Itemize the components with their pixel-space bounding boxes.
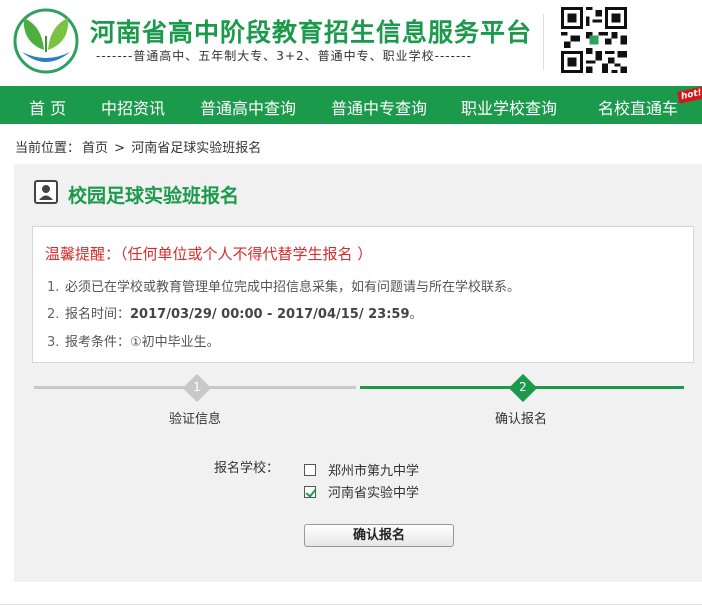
main-nav: 首 页 中招资讯 普通高中查询 普通中专查询 职业学校查询 名校直通车 hot! bbox=[0, 86, 702, 124]
breadcrumb-current: 河南省足球实验班报名 bbox=[131, 141, 262, 156]
notice-item-suffix: 。 bbox=[409, 307, 423, 322]
notice-item-number: 2. bbox=[47, 307, 60, 322]
breadcrumb: 当前位置： 首页 > 河南省足球实验班报名 bbox=[15, 137, 263, 156]
breadcrumb-separator: > bbox=[114, 141, 126, 156]
notice-item-text: 报考条件：①初中毕业生。 bbox=[65, 335, 220, 350]
school-checkbox[interactable] bbox=[304, 463, 316, 476]
notice-item-text: 必须已在学校或教育管理单位完成中招信息采集，如有问题请与所在学校联系。 bbox=[65, 280, 521, 295]
nav-item-famous-schools[interactable]: 名校直通车 bbox=[598, 95, 678, 119]
registration-panel: 校园足球实验班报名 温馨提醒：（任何单位或个人不得代替学生报名 ） 1. 必须已在… bbox=[14, 164, 702, 582]
breadcrumb-home-link[interactable]: 首页 bbox=[82, 141, 108, 156]
confirm-registration-button[interactable]: 确认报名 bbox=[304, 524, 454, 547]
notice-item-1: 1. 必须已在学校或教育管理单位完成中招信息采集，如有问题请与所在学校联系。 bbox=[47, 276, 520, 295]
school-checkbox-checked[interactable] bbox=[304, 485, 316, 498]
leaf-logo-icon[interactable] bbox=[12, 8, 80, 74]
breadcrumb-prefix: 当前位置： bbox=[15, 141, 81, 156]
step-2-number: 2 bbox=[519, 380, 527, 394]
user-card-icon bbox=[34, 180, 58, 204]
nav-item-news[interactable]: 中招资讯 bbox=[101, 95, 165, 119]
notice-item-label: 报名时间： bbox=[65, 307, 131, 322]
notice-title: 温馨提醒：（任何单位或个人不得代替学生报名 ） bbox=[45, 245, 373, 263]
site-header: 河南省高中阶段教育招生信息服务平台 -------普通高中、五年制大专、3+2、… bbox=[0, 0, 702, 86]
school-option-label: 郑州市第九中学 bbox=[328, 464, 420, 479]
school-option-label: 河南省实验中学 bbox=[328, 486, 420, 501]
nav-item-vocational[interactable]: 职业学校查询 bbox=[461, 95, 557, 119]
header-divider bbox=[543, 14, 544, 70]
school-option-2[interactable]: 河南省实验中学 bbox=[304, 482, 419, 501]
nav-item-home[interactable]: 首 页 bbox=[29, 95, 66, 119]
step-2-label: 确认报名 bbox=[495, 412, 548, 427]
footer-divider bbox=[0, 604, 702, 605]
step-1-label: 验证信息 bbox=[169, 412, 222, 427]
site-title: 河南省高中阶段教育招生信息服务平台 bbox=[90, 18, 533, 47]
school-field-label: 报名学校： bbox=[214, 461, 280, 476]
page-title: 校园足球实验班报名 bbox=[68, 185, 240, 207]
notice-item-number: 3. bbox=[47, 335, 60, 350]
hot-badge: hot! bbox=[677, 86, 702, 104]
qr-code-icon bbox=[561, 7, 627, 73]
notice-item-3: 3. 报考条件：①初中毕业生。 bbox=[47, 331, 220, 350]
nav-item-high-school[interactable]: 普通高中查询 bbox=[200, 95, 296, 119]
notice-item-2: 2. 报名时间：2017/03/29/ 00:00 - 2017/04/15/ 2… bbox=[47, 303, 423, 322]
school-option-1[interactable]: 郑州市第九中学 bbox=[304, 460, 419, 479]
nav-item-secondary-school[interactable]: 普通中专查询 bbox=[331, 95, 427, 119]
notice-item-number: 1. bbox=[47, 280, 60, 295]
registration-time-range: 2017/03/29/ 00:00 - 2017/04/15/ 23:59 bbox=[130, 307, 410, 322]
site-subtitle: -------普通高中、五年制大专、3+2、普通中专、职业学校------- bbox=[96, 49, 472, 63]
notice-box: 温馨提醒：（任何单位或个人不得代替学生报名 ） 1. 必须已在学校或教育管理单位完… bbox=[32, 226, 694, 363]
step-1-number: 1 bbox=[193, 380, 201, 394]
